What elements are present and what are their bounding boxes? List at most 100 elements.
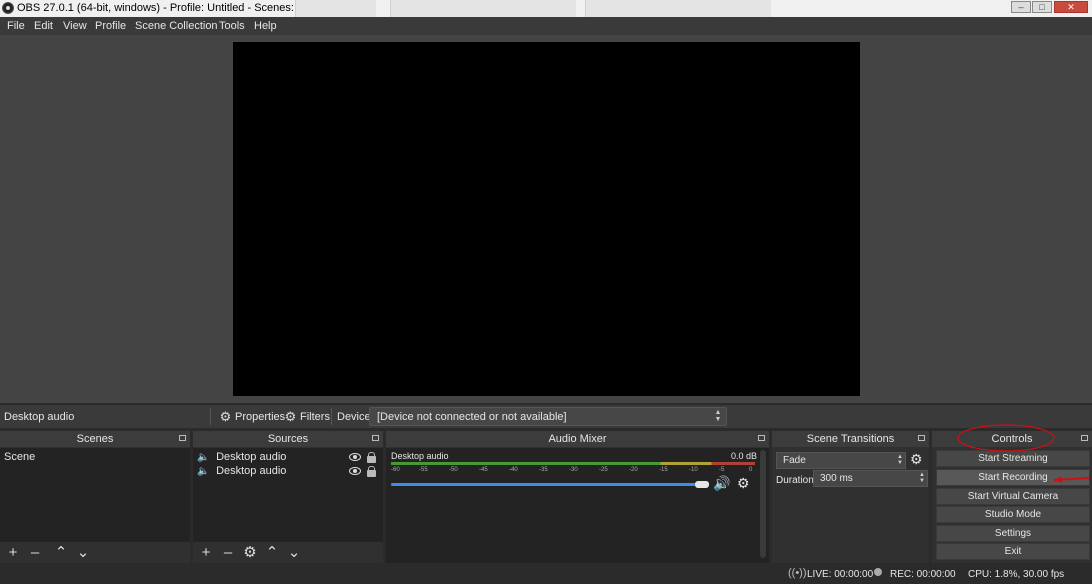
menu-view[interactable]: View [63,20,87,32]
channel-name: Desktop audio [391,451,449,461]
scale-tick: -20 [629,467,638,473]
controls-body: Start Streaming Start Recording Start Vi… [932,448,1092,563]
dock-title: Scene Transitions [772,431,929,447]
device-value: [Device not connected or not available] [377,411,567,423]
move-down-icon[interactable]: ⌄ [287,545,301,560]
studio-mode-button[interactable]: Studio Mode [936,506,1090,523]
add-icon[interactable]: + [6,545,20,560]
background-tab [295,0,376,17]
background-tab [390,0,576,17]
undock-icon[interactable] [918,435,925,441]
list-item[interactable]: 🔈 Desktop audio [195,450,381,464]
scale-tick: -45 [479,467,488,473]
scale-tick: -35 [539,467,548,473]
lock-icon[interactable] [367,466,376,477]
undock-icon[interactable] [1081,435,1088,441]
undock-icon[interactable] [758,435,765,441]
spinner-icon[interactable]: ▲ ▼ [919,472,925,484]
chevron-updown-icon: ▲ ▼ [714,409,722,423]
transition-value: Fade [783,455,806,466]
gear-icon[interactable]: ⚙ [737,475,750,492]
rec-status: REC: 00:00:00 [890,569,956,580]
device-select[interactable]: [Device not connected or not available] … [369,407,727,426]
transition-select[interactable]: Fade ▲ ▼ [776,452,906,469]
volume-handle[interactable] [695,481,709,488]
move-down-icon[interactable]: ⌄ [76,545,90,560]
maximize-button[interactable]: □ [1032,1,1052,13]
speaker-icon: 🔈 [197,466,210,477]
remove-icon[interactable]: – [28,545,42,560]
start-recording-button[interactable]: Start Recording [936,469,1090,486]
status-bar: ((•)) LIVE: 00:00:00 REC: 00:00:00 CPU: … [0,563,1092,584]
gear-icon[interactable]: ⚙ [243,545,257,560]
undock-icon[interactable] [179,435,186,441]
scene-name: Scene [4,451,36,463]
volume-slider[interactable] [391,481,709,488]
menu-edit[interactable]: Edit [34,20,53,32]
mixer-scrollbar[interactable] [760,450,766,558]
selected-source-label: Desktop audio [4,411,75,423]
source-name: Desktop audio [216,465,287,477]
duration-input[interactable]: 300 ms ▲ ▼ [813,470,928,487]
scenes-list: Scene [0,448,190,542]
start-streaming-button[interactable]: Start Streaming [936,450,1090,467]
scale-tick: 0 [749,467,753,473]
duration-value: 300 ms [820,473,853,484]
divider [210,408,211,425]
volume-fill [391,483,695,486]
list-item[interactable]: Scene [2,450,188,464]
eye-icon[interactable] [349,467,361,475]
dock-title: Sources [193,431,383,447]
menu-scene-collection[interactable]: Scene Collection [135,20,218,32]
minimize-button[interactable]: – [1011,1,1031,13]
chevron-updown-icon: ▲ ▼ [897,454,903,466]
speaker-icon: 🔈 [197,452,210,463]
remove-icon[interactable]: – [221,545,235,560]
scene-transitions-dock: Scene Transitions Fade ▲ ▼ ⚙ Duration 300… [772,431,929,563]
menu-help[interactable]: Help [254,20,277,32]
obs-logo-icon [2,2,14,14]
menu-tools[interactable]: Tools [219,20,245,32]
filters-button[interactable]: ⚙ Filters [284,408,330,425]
undock-icon[interactable] [372,435,379,441]
menu-profile[interactable]: Profile [95,20,126,32]
scale-tick: -10 [689,467,698,473]
gear-icon[interactable]: ⚙ [910,451,923,468]
preview-canvas[interactable] [233,42,860,396]
live-status: LIVE: 00:00:00 [807,569,874,580]
menu-file[interactable]: File [7,20,25,32]
scale-tick: -55 [419,467,428,473]
eye-icon[interactable] [349,453,361,461]
menu-bar: File Edit View Profile Scene Collection … [0,17,1092,35]
dock-title: Controls [932,431,1092,447]
dock-title: Audio Mixer [386,431,769,447]
sources-list: 🔈 Desktop audio 🔈 Desktop audio [193,448,383,542]
scale-tick: -25 [599,467,608,473]
source-toolbar: Desktop audio ⚙ Properties ⚙ Filters Dev… [0,405,1092,428]
move-up-icon[interactable]: ⌃ [54,545,68,560]
add-icon[interactable]: + [199,545,213,560]
scale-tick: -5 [719,467,725,473]
lock-icon[interactable] [367,452,376,463]
scale-tick: -50 [449,467,458,473]
filters-label: Filters [300,410,330,423]
settings-button[interactable]: Settings [936,525,1090,542]
audio-mixer-dock: Audio Mixer Desktop audio 0.0 dB -60 -55… [386,431,769,563]
dock-title: Scenes [0,431,190,447]
list-item[interactable]: 🔈 Desktop audio [195,464,381,478]
start-virtual-camera-button[interactable]: Start Virtual Camera [936,488,1090,505]
cpu-status: CPU: 1.8%, 30.00 fps [968,569,1065,580]
close-button[interactable]: ✕ [1054,1,1088,13]
move-up-icon[interactable]: ⌃ [265,545,279,560]
title-bar: OBS 27.0.1 (64-bit, windows) - Profile: … [0,0,1092,17]
source-name: Desktop audio [216,451,287,463]
sources-toolbar: + – ⚙ ⌃ ⌄ [193,542,383,563]
exit-button[interactable]: Exit [936,543,1090,560]
properties-button[interactable]: ⚙ Properties [219,408,285,425]
window-title: OBS 27.0.1 (64-bit, windows) - Profile: … [17,2,335,14]
speaker-icon[interactable]: 🔊 [713,475,730,492]
gear-icon: ⚙ [219,409,232,424]
transitions-body: Fade ▲ ▼ ⚙ Duration 300 ms ▲ ▼ [772,448,929,563]
scale-tick: -40 [509,467,518,473]
channel-level: 0.0 dB [731,451,758,461]
